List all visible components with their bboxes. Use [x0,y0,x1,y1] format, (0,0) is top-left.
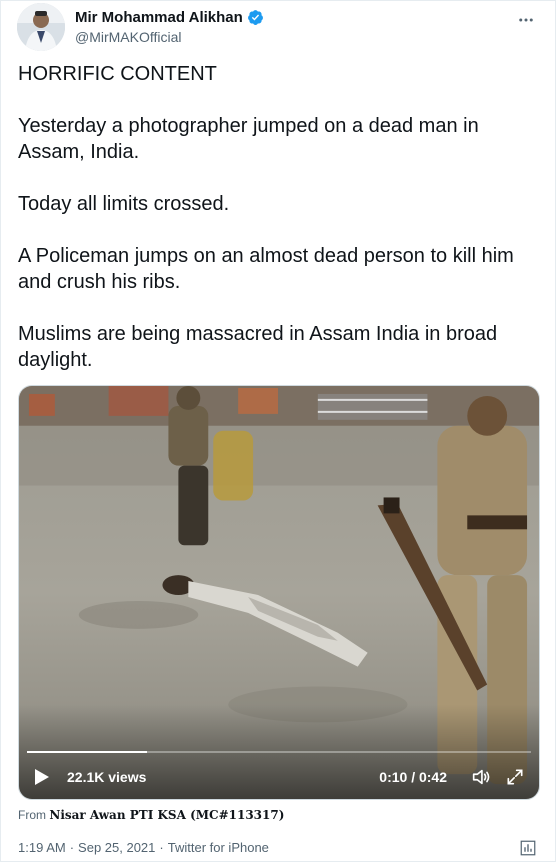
meta-separator: · [159,840,164,855]
tweet-text: HORRIFIC CONTENT Yesterday a photographe… [18,61,538,373]
tweet-client: Twitter for iPhone [167,840,269,855]
video-controls: 22.1K views 0:10 / 0:42 [19,755,539,799]
tweet-date-link[interactable]: Sep 25, 2021 [78,839,155,857]
tweet-timestamp-link[interactable]: 1:19 AM [18,839,66,857]
video-progress-fill [27,751,147,753]
more-options-icon[interactable] [515,9,537,31]
avatar[interactable] [17,3,65,51]
author-names: Mir Mohammad Alikhan @MirMAKOfficial [75,8,264,46]
tweet-card: Mir Mohammad Alikhan @MirMAKOfficial HOR… [0,0,556,862]
tweet-paragraph: Muslims are being massacred in Assam Ind… [18,323,498,371]
video-views: 22.1K views [67,769,147,785]
tweet-paragraph: Yesterday a photographer jumped on a dea… [18,115,479,163]
media-source: From Nisar Awan PTI KSA (MC#113317) [18,807,284,823]
tweet-meta: 1:19 AM · Sep 25, 2021 · Twitter for iPh… [18,839,269,857]
verified-badge-icon [247,9,264,26]
tweet-date: Sep 25, 2021 [78,840,156,855]
source-prefix: From [18,808,46,822]
video-player[interactable]: 22.1K views 0:10 / 0:42 [18,385,540,800]
volume-icon[interactable] [469,765,493,789]
source-name-link[interactable]: Nisar Awan PTI KSA (MC#113317) [49,808,284,822]
name-row: Mir Mohammad Alikhan [75,8,264,27]
video-frame [19,386,539,799]
tweet-header: Mir Mohammad Alikhan @MirMAKOfficial [17,3,541,51]
tweet-paragraph: Today all limits crossed. [18,193,230,215]
meta-separator: · [69,840,75,855]
author-handle[interactable]: @MirMAKOfficial [75,28,264,46]
analytics-icon[interactable] [519,839,539,859]
tweet-client-link[interactable]: Twitter for iPhone [168,839,269,857]
avatar-image [17,3,65,51]
tweet-time: 1:19 AM [18,840,66,855]
tweet-paragraph: A Policeman jumps on an almost dead pers… [18,245,514,293]
play-icon[interactable] [31,766,53,788]
video-progress-track[interactable] [27,751,531,753]
author-display-name[interactable]: Mir Mohammad Alikhan [75,8,243,27]
tweet-paragraph: HORRIFIC CONTENT [18,63,217,85]
fullscreen-icon[interactable] [503,765,527,789]
video-time: 0:10 / 0:42 [379,769,447,785]
